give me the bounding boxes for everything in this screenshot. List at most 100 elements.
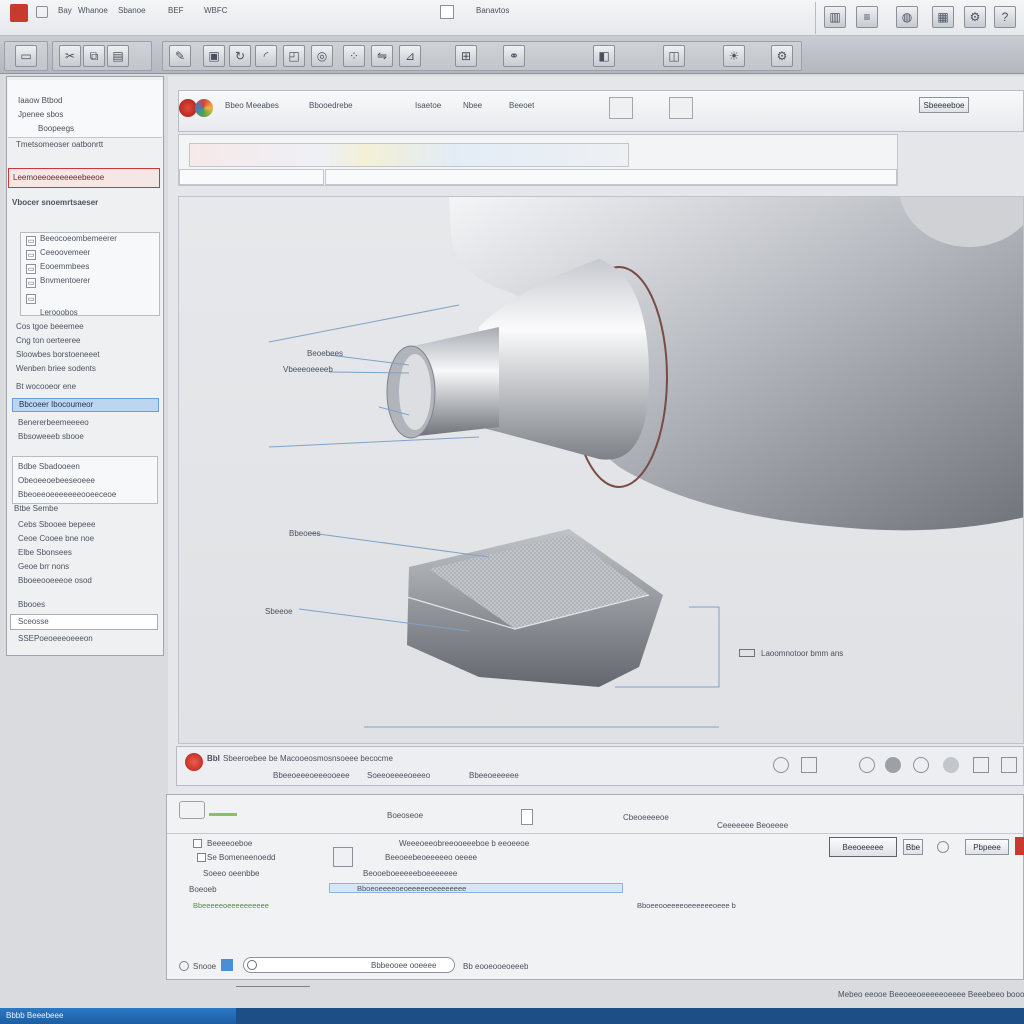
measure-icon[interactable]: ⊿ xyxy=(399,45,421,67)
option-label[interactable]: Beeeeoeboe xyxy=(207,839,252,848)
appearance-icon[interactable] xyxy=(973,757,989,773)
check-icon[interactable] xyxy=(197,853,206,862)
tree-item[interactable]: Eooemmbees xyxy=(40,262,89,274)
display-icon[interactable] xyxy=(913,757,929,773)
doc-toolbar-item[interactable]: Beeoet xyxy=(509,101,534,110)
camera-icon[interactable] xyxy=(669,97,693,119)
menu-item[interactable]: BEF xyxy=(168,6,184,15)
options-icon[interactable]: ⚙ xyxy=(771,45,793,67)
fillet-icon[interactable]: ◜ xyxy=(255,45,277,67)
apply-button[interactable]: Pbpeee xyxy=(965,839,1009,855)
scene-icon[interactable] xyxy=(1001,757,1017,773)
app-logo-icon[interactable] xyxy=(10,4,28,22)
tree-item[interactable]: Beeocoeombemeerer xyxy=(40,234,117,246)
check-icon[interactable] xyxy=(193,839,202,848)
highlighted-row[interactable]: Bbcoeer Ibocoumeor xyxy=(12,398,159,412)
pan-icon[interactable] xyxy=(801,757,817,773)
layers-icon[interactable]: ≡ xyxy=(856,6,878,28)
mate-icon[interactable]: ⚭ xyxy=(503,45,525,67)
assembly-icon[interactable]: ⊞ xyxy=(455,45,477,67)
doc-toolbar-item[interactable]: Isaetoe xyxy=(415,101,441,110)
3d-viewport[interactable]: Beoebees Vbeeeoeeeeb Bbeoees Sbeeoe Laoo… xyxy=(178,196,1024,744)
header-item[interactable]: Boopeegs xyxy=(38,124,74,133)
col2-row[interactable]: Beooeboeeeeeboeeeeeee xyxy=(363,869,457,878)
property-field[interactable] xyxy=(179,169,324,185)
doc-right-button[interactable]: Sbeeeeboe xyxy=(919,97,969,113)
menu-item[interactable]: Sbanoe xyxy=(118,6,146,15)
cancel-button[interactable]: Bbe xyxy=(903,839,923,855)
pattern-icon[interactable]: ⁘ xyxy=(343,45,365,67)
hide-icon[interactable] xyxy=(943,757,959,773)
property-field[interactable] xyxy=(325,169,897,185)
tools-icon[interactable] xyxy=(609,97,633,119)
cut-icon[interactable]: ✂ xyxy=(59,45,81,67)
tree-item[interactable]: Benererbeemeeeeo xyxy=(18,418,89,430)
chart-icon[interactable]: ▥ xyxy=(824,6,846,28)
tree-item[interactable]: Lerooobos xyxy=(40,308,78,320)
tree-item[interactable]: Bboeeooeeeoe osod xyxy=(18,576,92,588)
settings-icon[interactable]: ⚙ xyxy=(964,6,986,28)
footer-item[interactable]: Sceosse xyxy=(18,617,49,629)
tree-item[interactable]: Bbeoeeoeeeeeeeooeeceoe xyxy=(18,490,116,502)
tree-item[interactable]: Ceeoovemeer xyxy=(40,248,90,260)
new-icon[interactable]: ▭ xyxy=(15,45,37,67)
selection-text[interactable]: Bboeoeeeeoeoeeeeeoeeeeeeee xyxy=(357,884,466,893)
close-icon[interactable] xyxy=(1015,837,1024,855)
hole-icon[interactable]: ◎ xyxy=(311,45,333,67)
tree-item[interactable]: Obeoeeoebeeseoeee xyxy=(18,476,95,488)
footer-item[interactable]: Bbooes xyxy=(18,600,45,612)
menu-item[interactable]: Bay xyxy=(58,6,72,15)
header-item[interactable]: Iaaow Btbod xyxy=(18,96,62,105)
tree-item[interactable]: Geoe brr nons xyxy=(18,562,69,574)
center-tab[interactable]: Banavtos xyxy=(476,6,509,15)
rotate-icon[interactable] xyxy=(859,757,875,773)
help-icon[interactable]: ? xyxy=(994,6,1016,28)
globe-icon[interactable]: ◍ xyxy=(896,6,918,28)
menu-item[interactable]: Whanoe xyxy=(78,6,108,15)
record-icon[interactable] xyxy=(185,753,203,771)
tree-item[interactable]: Cng ton oerteeree xyxy=(16,336,81,348)
doc-toolbar-item[interactable]: Nbee xyxy=(463,101,482,110)
option-label[interactable]: Se Bomeneenoedd xyxy=(207,853,276,862)
revolve-icon[interactable]: ↻ xyxy=(229,45,251,67)
tree-item[interactable]: Cebs Sbooee bepeee xyxy=(18,520,95,532)
ok-button[interactable]: Beeoeeeee xyxy=(829,837,897,857)
grid-icon[interactable]: ▦ xyxy=(932,6,954,28)
paste-icon[interactable]: ▤ xyxy=(107,45,129,67)
option-label[interactable]: Soeeo oeenbbe xyxy=(203,869,260,878)
tree-item[interactable]: Cos tgoe beeemee xyxy=(16,322,84,334)
file-icon[interactable] xyxy=(440,5,454,19)
render-icon[interactable]: ☀ xyxy=(723,45,745,67)
footer-item[interactable]: SSEPoeoeeeoeeeon xyxy=(18,634,93,646)
col2-row[interactable]: Beeoeebeoeeeeeo oeeee xyxy=(385,853,477,862)
status-tab[interactable]: Bbeeoeeeoeeeooeee xyxy=(273,771,350,780)
header-item[interactable]: Jpenee sbos xyxy=(18,110,63,119)
status-tab[interactable]: Bbeeoeeeeee xyxy=(469,771,519,780)
zoom-icon[interactable] xyxy=(773,757,789,773)
view-icon[interactable]: ◧ xyxy=(593,45,615,67)
back-icon[interactable] xyxy=(36,6,48,18)
sketch-icon[interactable]: ✎ xyxy=(169,45,191,67)
tree-item[interactable]: Bdbe Sbadooeen xyxy=(18,462,80,474)
doc-toolbar-item[interactable]: Bbeo Meeabes xyxy=(225,101,279,110)
section-icon[interactable]: ◫ xyxy=(663,45,685,67)
selected-feature[interactable]: Leemoeeoeeeeeeebeeoe xyxy=(8,168,160,188)
tree-item[interactable]: Elbe Sbonsees xyxy=(18,548,72,560)
mirror-icon[interactable]: ⇋ xyxy=(371,45,393,67)
taskbar-button[interactable]: Bbbb Beeebeee xyxy=(0,1008,236,1024)
info-icon[interactable] xyxy=(179,961,189,971)
shade-icon[interactable] xyxy=(885,757,901,773)
doc-toolbar-item[interactable]: Bbooedrebe xyxy=(309,101,353,110)
palette-icon[interactable] xyxy=(195,99,213,117)
tree-item[interactable]: Ceoe Cooee bne noe xyxy=(18,534,94,546)
tree-item[interactable]: Sloowbes borstoeneeet xyxy=(16,350,100,362)
breadcrumb[interactable]: Tmetsomeoser oatbonrtt xyxy=(16,140,103,149)
tree-item[interactable]: Bnvmentoerer xyxy=(40,276,90,288)
grid-icon[interactable] xyxy=(221,959,233,971)
extrude-icon[interactable]: ▣ xyxy=(203,45,225,67)
tree-item[interactable]: Bbsoweeeb sbooe xyxy=(18,432,84,444)
copy-icon[interactable]: ⧉ xyxy=(83,45,105,67)
status-tab[interactable]: Soeeoeeeeoeeeo xyxy=(367,771,430,780)
menu-item[interactable]: WBFC xyxy=(204,6,228,15)
tree-item[interactable]: Wenben briee sodents xyxy=(16,364,96,376)
